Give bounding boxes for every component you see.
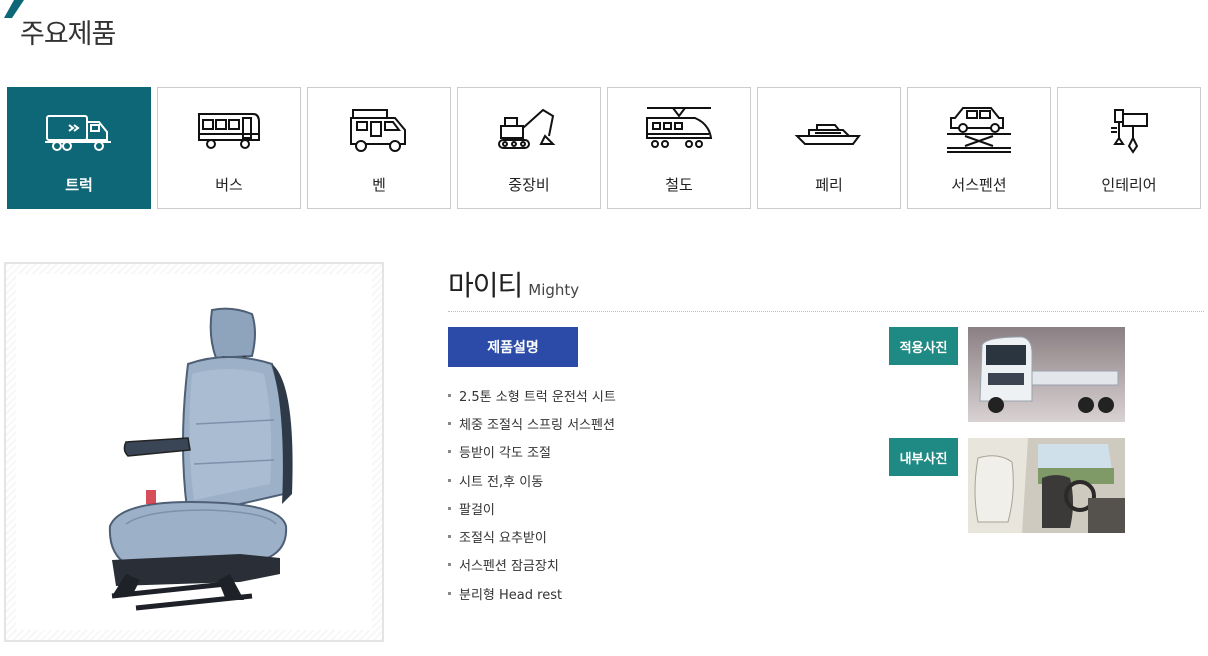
tab-label: 인테리어	[1101, 176, 1157, 194]
cabin-interior-image	[968, 438, 1125, 533]
list-item: 체중 조절식 스프링 서스펜션	[448, 409, 616, 437]
feature-text: 조절식 요추받이	[459, 531, 547, 547]
list-item: 2.5톤 소형 트럭 운전석 시트	[448, 381, 616, 409]
bullet-icon	[448, 506, 451, 510]
bullet-icon	[448, 591, 451, 595]
feature-text: 체중 조절식 스프링 서스펜션	[459, 417, 615, 433]
product-image-frame	[4, 262, 384, 642]
tab-label: 트럭	[65, 176, 93, 194]
tab-label: 버스	[215, 176, 243, 194]
bullet-icon	[448, 563, 451, 567]
bullet-icon	[448, 421, 451, 425]
feature-text: 시트 전,후 이동	[459, 474, 544, 490]
seat-image	[108, 307, 293, 611]
product-image-area	[16, 274, 372, 630]
feature-text: 서스펜션 잠금장치	[459, 559, 559, 575]
bullet-icon	[448, 535, 451, 539]
divider	[448, 311, 1204, 312]
tab-label: 철도	[665, 176, 693, 194]
product-name-en: Mighty	[528, 281, 580, 299]
tab-suspension[interactable]: 서스펜션	[907, 87, 1051, 209]
category-tabs: 트럭 버스 벤 중장비 철도 페리 서스펜션 인테리어	[7, 87, 1201, 209]
feature-text: 팔걸이	[459, 502, 495, 518]
list-item: 팔걸이	[448, 494, 616, 522]
tab-bus[interactable]: 버스	[157, 87, 301, 209]
bullet-icon	[448, 450, 451, 454]
product-name-ko: 마이티	[448, 269, 523, 302]
tab-van[interactable]: 벤	[307, 87, 451, 209]
applied-photo[interactable]	[968, 327, 1125, 422]
section-title: 주요제품	[20, 19, 116, 50]
tab-label: 벤	[372, 176, 386, 194]
list-item: 분리형 Head rest	[448, 579, 616, 607]
truck-photo-image	[968, 327, 1125, 422]
list-item: 조절식 요추받이	[448, 522, 616, 550]
tab-label: 페리	[815, 176, 843, 194]
interior-tools-icon	[1111, 109, 1148, 154]
tab-heavy-equipment[interactable]: 중장비	[457, 87, 601, 209]
bullet-icon	[448, 478, 451, 482]
tab-railway[interactable]: 철도	[607, 87, 751, 209]
feature-text: 등받이 각도 조절	[459, 446, 551, 462]
applied-photo-label: 적용사진	[889, 327, 958, 365]
train-icon	[646, 107, 713, 148]
excavator-icon	[498, 108, 556, 149]
bus-icon	[198, 113, 260, 149]
tab-ferry[interactable]: 페리	[757, 87, 901, 209]
tab-label: 중장비	[508, 176, 550, 194]
product-heading: 마이티 Mighty	[448, 264, 579, 304]
feature-text: 2.5톤 소형 트럭 운전석 시트	[459, 389, 616, 405]
list-item: 서스펜션 잠금장치	[448, 551, 616, 579]
suspension-icon	[947, 107, 1011, 153]
truck-icon	[45, 115, 111, 151]
bullet-icon	[448, 393, 451, 397]
list-item: 등받이 각도 조절	[448, 438, 616, 466]
interior-photo-label: 내부사진	[889, 438, 958, 476]
feature-text: 분리형 Head rest	[459, 587, 563, 603]
feature-list: 2.5톤 소형 트럭 운전석 시트 체중 조절식 스프링 서스펜션 등받이 각도…	[448, 381, 616, 607]
tab-truck[interactable]: 트럭	[7, 87, 151, 209]
ferry-icon	[794, 124, 861, 145]
tab-interior[interactable]: 인테리어	[1057, 87, 1201, 209]
interior-photo[interactable]	[968, 438, 1125, 533]
product-description-button[interactable]: 제품설명	[448, 327, 578, 367]
camper-van-icon	[350, 109, 406, 152]
list-item: 시트 전,후 이동	[448, 466, 616, 494]
tab-label: 서스펜션	[951, 176, 1007, 194]
